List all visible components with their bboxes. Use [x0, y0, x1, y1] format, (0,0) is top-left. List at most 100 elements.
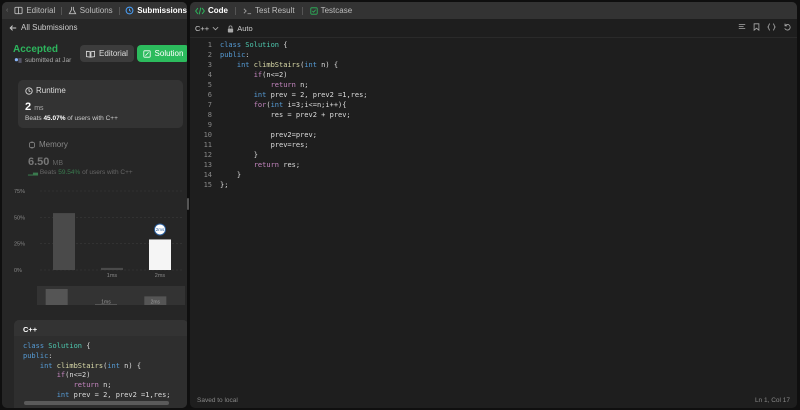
code-line[interactable]: int climbStairs(int n) {: [220, 60, 368, 70]
history-icon: [125, 6, 134, 15]
tab-solutions[interactable]: Solutions: [68, 6, 113, 15]
line-number: 11: [203, 141, 212, 149]
cpu-icon: [28, 140, 36, 149]
editor-status-bar: Saved to local Ln 1, Col 17: [190, 392, 797, 408]
code-line[interactable]: if(n<=2): [220, 70, 368, 80]
code-line[interactable]: prev2=prev;: [220, 130, 368, 140]
line-number: 7: [207, 101, 212, 109]
line-number: 8: [207, 111, 212, 119]
y-tick-label: 75%: [14, 189, 25, 195]
tab-editorial[interactable]: Editorial: [14, 6, 55, 15]
code-line[interactable]: return res;: [220, 160, 368, 170]
runtime-card[interactable]: Runtime 2 ms Beats 45.07% of users with …: [18, 80, 183, 128]
tab-code[interactable]: Code: [195, 6, 228, 15]
line-number: 4: [207, 71, 212, 79]
code-line[interactable]: for(int i=3;i<=n;i++){: [220, 100, 368, 110]
cursor-position: Ln 1, Col 17: [754, 396, 790, 404]
line-number: 15: [203, 181, 212, 189]
submitted-at: submitted at Jar: [14, 57, 74, 64]
line-number: 10: [203, 131, 212, 139]
chart-overview-strip[interactable]: 1ms 2ms: [37, 286, 185, 306]
runtime-label-row: Runtime: [25, 86, 176, 95]
code-line[interactable]: res = prev2 + prev;: [220, 110, 368, 120]
code-lines[interactable]: class Solution {public: int climbStairs(…: [212, 40, 368, 380]
y-tick-label: 25%: [14, 242, 25, 248]
code-line[interactable]: class Solution {: [220, 40, 368, 50]
overview-tick-label: 1ms: [101, 300, 111, 306]
runtime-value: 2 ms: [25, 101, 176, 113]
code-line[interactable]: public:: [220, 50, 368, 60]
runtime-unit: ms: [34, 105, 44, 112]
braces-icon[interactable]: [767, 23, 776, 31]
book-icon: [14, 6, 23, 15]
code-icon: [195, 7, 205, 15]
line-number: 5: [207, 81, 212, 89]
code-line[interactable]: }: [220, 150, 368, 160]
chart-bar[interactable]: [53, 213, 75, 270]
editorial-button[interactable]: Editorial: [80, 45, 134, 62]
flask-icon: [68, 6, 77, 15]
tab-submissions-label: Submissions: [137, 6, 187, 15]
y-tick-label: 0%: [14, 268, 22, 274]
code-line[interactable]: };: [220, 180, 368, 190]
code-line[interactable]: [220, 120, 368, 130]
runtime-number: 2: [25, 101, 32, 113]
lock-icon: [227, 25, 234, 33]
left-panel: ‹ Editorial Solutions Submissions All Su…: [2, 2, 187, 408]
code-line[interactable]: prev=res;: [220, 140, 368, 150]
left-tab-bar: ‹ Editorial Solutions Submissions: [2, 2, 187, 19]
arrow-left-icon: [9, 24, 17, 32]
code-editor[interactable]: 1 2 3 4 5 6 7 8 9 10 11 12 13 14 15 class Solution {pu…: [190, 40, 797, 380]
horizontal-scrollbar[interactable]: [24, 401, 169, 405]
code-line[interactable]: }: [220, 170, 368, 180]
tab-testcase[interactable]: Testcase: [309, 6, 352, 15]
tab-divider: [118, 6, 120, 15]
editor-tool-icons: [738, 23, 791, 31]
right-tab-bar: Code Test Result Testcase: [190, 2, 797, 19]
y-tick-label: 50%: [14, 215, 25, 221]
overview-svg: 1ms 2ms: [45, 289, 167, 306]
reset-icon[interactable]: [783, 23, 791, 31]
line-number: 13: [203, 161, 212, 169]
chart-bar[interactable]: [101, 267, 123, 270]
save-status: Saved to local: [197, 396, 238, 404]
edit-icon: [142, 49, 151, 58]
x-tick-label: 1ms: [107, 273, 118, 279]
tab-divider: [61, 6, 62, 15]
x-tick-label: 2ms: [155, 273, 166, 279]
line-number: 14: [203, 171, 212, 179]
code-line[interactable]: int prev = 2, prev2 =1,res;: [220, 90, 368, 100]
memory-label: Memory: [39, 140, 68, 149]
language-select[interactable]: C++: [195, 24, 219, 33]
chart-bar-highlighted[interactable]: [149, 239, 171, 270]
line-number: 6: [207, 91, 212, 99]
all-submissions-label: All Submissions: [21, 23, 78, 32]
chevron-left-icon[interactable]: ‹: [6, 7, 8, 14]
runtime-beats-suffix: of users with C++: [67, 115, 118, 122]
memory-card[interactable]: Memory 6.50 MB ▁▃ Beats 59.54% of users …: [28, 140, 178, 176]
tab-test-result-label: Test Result: [255, 6, 295, 15]
memory-label-row: Memory: [28, 140, 178, 149]
format-lines-icon[interactable]: [738, 23, 746, 31]
auto-mode-toggle[interactable]: Auto: [227, 24, 253, 33]
marker-label: 2ms: [156, 227, 165, 232]
line-number: 12: [203, 151, 212, 159]
book-open-icon: [86, 50, 96, 58]
terminal-icon: [243, 7, 252, 15]
tab-submissions[interactable]: Submissions: [125, 6, 187, 15]
overview-bar: [45, 289, 68, 305]
editor-toolbar: C++ Auto: [190, 20, 797, 38]
code-line[interactable]: return n;: [220, 80, 368, 90]
runtime-distribution-chart[interactable]: 75% 50% 25% 0% 1ms 2ms 2ms: [14, 184, 186, 284]
panel-resize-handle[interactable]: [187, 198, 189, 210]
submitted-at-text: submitted at Jar: [25, 57, 72, 64]
overview-tick-label: 2ms: [151, 300, 161, 306]
line-number: 3: [207, 61, 212, 69]
tab-solutions-label: Solutions: [79, 6, 113, 15]
memory-value: 6.50 MB: [28, 156, 178, 168]
bookmark-icon[interactable]: [753, 23, 760, 31]
all-submissions-link[interactable]: All Submissions: [9, 23, 77, 32]
solution-button[interactable]: Solution: [137, 45, 187, 62]
tab-test-result[interactable]: Test Result: [243, 6, 295, 15]
clock-icon: [25, 86, 33, 95]
